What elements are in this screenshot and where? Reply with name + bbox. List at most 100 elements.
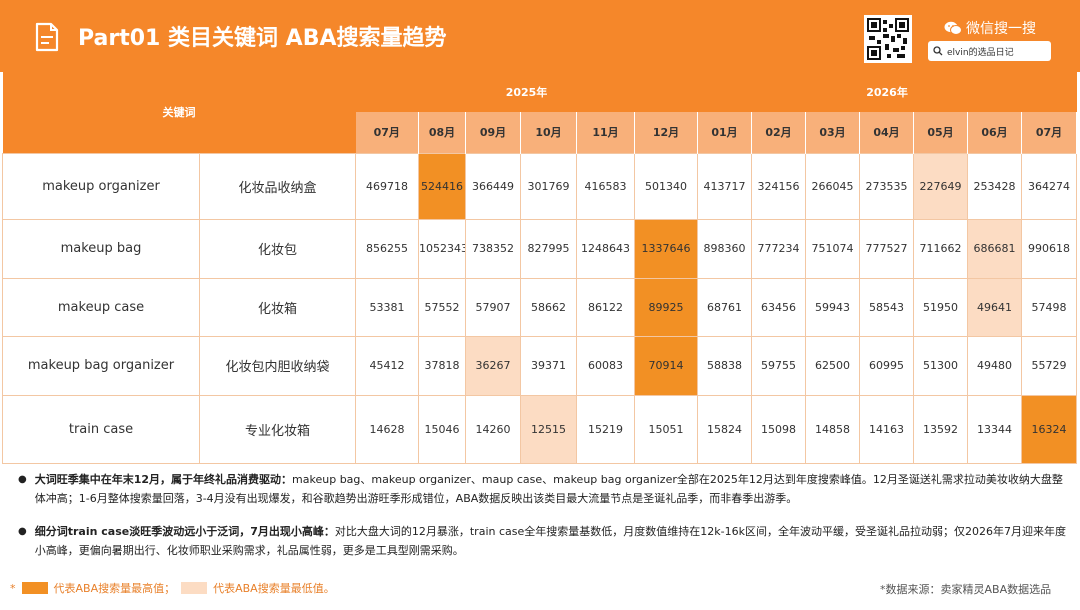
search-volume-cell: 777234 bbox=[751, 218, 806, 279]
notes-section: ● 大词旺季集中在年末12月，属于年终礼品消费驱动：makeup bag、mak… bbox=[18, 470, 1068, 574]
search-volume-cell: 15051 bbox=[634, 394, 698, 464]
search-volume-cell: 15219 bbox=[576, 394, 635, 464]
keyword-zh: 化妆包内胆收纳袋 bbox=[199, 335, 356, 396]
search-volume-cell: 36267 bbox=[465, 335, 521, 396]
search-volume-cell: 751074 bbox=[805, 218, 860, 279]
month-header: 10月 bbox=[520, 112, 577, 153]
search-volume-cell: 45412 bbox=[355, 335, 419, 396]
qr-code-icon bbox=[864, 15, 912, 63]
search-volume-cell: 13592 bbox=[913, 394, 968, 464]
keyword-trend-table: 关键词 2025年 2026年 07月 08月 09月 10月 11月 12月 01月 02月 0… bbox=[2, 72, 1078, 464]
month-header: 07月 bbox=[1021, 112, 1078, 153]
search-volume-cell: 86122 bbox=[576, 277, 635, 337]
search-volume-cell: 49480 bbox=[967, 335, 1022, 396]
search-volume-cell: 501340 bbox=[634, 152, 698, 220]
search-volume-cell: 15098 bbox=[751, 394, 806, 464]
keyword-en: makeup bag organizer bbox=[2, 335, 200, 396]
search-volume-cell: 57498 bbox=[1020, 277, 1078, 337]
search-volume-cell: 1052343 bbox=[418, 218, 466, 279]
keyword-zh: 专业化妆箱 bbox=[199, 394, 356, 464]
search-volume-cell: 14628 bbox=[355, 394, 419, 464]
search-volume-cell: 58838 bbox=[697, 335, 752, 396]
search-volume-cell: 13344 bbox=[967, 394, 1022, 464]
bullet-icon: ● bbox=[18, 474, 27, 485]
search-icon bbox=[933, 46, 943, 56]
search-volume-cell: 364274 bbox=[1020, 152, 1078, 220]
search-volume-cell: 686681 bbox=[967, 218, 1022, 279]
search-volume-cell: 990618 bbox=[1020, 218, 1078, 279]
wechat-icon bbox=[944, 21, 962, 35]
month-header: 12月 bbox=[634, 112, 698, 153]
month-header: 09月 bbox=[465, 112, 521, 153]
keyword-en: makeup case bbox=[2, 277, 200, 337]
table-row: makeup bag organizer 化妆包内胆收纳袋 45412 37818 36… bbox=[2, 335, 1078, 396]
note-heading: 大词旺季集中在年末12月，属于年终礼品消费驱动： bbox=[34, 473, 293, 486]
keyword-en: makeup organizer bbox=[2, 152, 200, 220]
month-header: 07月 bbox=[355, 112, 419, 153]
search-volume-cell: 14858 bbox=[805, 394, 860, 464]
search-volume-cell: 39371 bbox=[520, 335, 577, 396]
search-volume-cell: 51950 bbox=[913, 277, 968, 337]
data-source: *数据来源：卖家精灵ABA数据选品 bbox=[880, 583, 1052, 596]
search-volume-cell: 60083 bbox=[576, 335, 635, 396]
search-volume-cell: 55729 bbox=[1020, 335, 1078, 396]
note-item: ● 大词旺季集中在年末12月，属于年终礼品消费驱动：makeup bag、mak… bbox=[18, 470, 1068, 508]
header-bar: Part01 类目关键词 ABA搜索量趋势 微信搜一搜 elvin的选品日记 bbox=[0, 0, 1080, 72]
search-volume-cell: 266045 bbox=[805, 152, 860, 220]
search-volume-cell: 68761 bbox=[697, 277, 752, 337]
search-volume-cell: 253428 bbox=[967, 152, 1022, 220]
keyword-zh: 化妆包 bbox=[199, 218, 356, 279]
bullet-icon: ● bbox=[18, 526, 27, 537]
month-header: 05月 bbox=[913, 112, 968, 153]
search-volume-cell: 51300 bbox=[913, 335, 968, 396]
legend-high-swatch bbox=[21, 582, 48, 594]
search-volume-cell: 738352 bbox=[465, 218, 521, 279]
legend-prefix: * bbox=[10, 581, 16, 595]
search-volume-cell: 60995 bbox=[859, 335, 914, 396]
keyword-en: makeup bag bbox=[2, 218, 200, 279]
note-heading: 细分词train case淡旺季波动远小于泛词，7月出现小高峰： bbox=[34, 525, 335, 538]
search-volume-cell: 14163 bbox=[859, 394, 914, 464]
table-row: train case 专业化妆箱 14628 15046 14260 12515 15219… bbox=[2, 394, 1078, 464]
document-icon bbox=[35, 22, 59, 52]
search-box[interactable]: elvin的选品日记 bbox=[928, 41, 1051, 61]
search-text: elvin的选品日记 bbox=[947, 47, 1014, 58]
search-volume-cell: 14260 bbox=[465, 394, 521, 464]
search-volume-cell: 324156 bbox=[751, 152, 806, 220]
search-volume-cell: 89925 bbox=[634, 277, 698, 337]
search-volume-cell: 301769 bbox=[520, 152, 577, 220]
search-volume-cell: 413717 bbox=[697, 152, 752, 220]
search-volume-cell: 58543 bbox=[859, 277, 914, 337]
note-item: ● 细分词train case淡旺季波动远小于泛词，7月出现小高峰：对比大盘大词… bbox=[18, 522, 1068, 560]
month-header: 01月 bbox=[697, 112, 752, 153]
search-volume-cell: 58662 bbox=[520, 277, 577, 337]
table-row: makeup bag 化妆包 856255 1052343 738352 827995 12… bbox=[2, 218, 1078, 279]
search-volume-cell: 70914 bbox=[634, 335, 698, 396]
search-volume-cell: 57552 bbox=[418, 277, 466, 337]
search-volume-cell: 15046 bbox=[418, 394, 466, 464]
month-header: 03月 bbox=[805, 112, 860, 153]
keyword-zh: 化妆箱 bbox=[199, 277, 356, 337]
search-volume-cell: 711662 bbox=[913, 218, 968, 279]
search-volume-cell: 856255 bbox=[355, 218, 419, 279]
wechat-search-label: 微信搜一搜 bbox=[944, 18, 1036, 38]
search-volume-cell: 524416 bbox=[418, 152, 466, 220]
legend-high-label: 代表ABA搜索量最高值； bbox=[53, 582, 176, 595]
month-header: 06月 bbox=[967, 112, 1022, 153]
search-volume-cell: 53381 bbox=[355, 277, 419, 337]
search-volume-cell: 827995 bbox=[520, 218, 577, 279]
search-volume-cell: 366449 bbox=[465, 152, 521, 220]
search-volume-cell: 777527 bbox=[859, 218, 914, 279]
month-header: 04月 bbox=[859, 112, 914, 153]
search-volume-cell: 469718 bbox=[355, 152, 419, 220]
search-volume-cell: 227649 bbox=[913, 152, 968, 220]
search-volume-cell: 49641 bbox=[967, 277, 1022, 337]
table-row: makeup organizer 化妆品收纳盒 469718 524416 366449… bbox=[2, 152, 1078, 220]
month-header: 08月 bbox=[418, 112, 466, 153]
page-title: Part01 类目关键词 ABA搜索量趋势 bbox=[78, 26, 447, 51]
search-volume-cell: 15824 bbox=[697, 394, 752, 464]
search-volume-cell: 62500 bbox=[805, 335, 860, 396]
search-volume-cell: 1337646 bbox=[634, 218, 698, 279]
search-volume-cell: 63456 bbox=[751, 277, 806, 337]
search-volume-cell: 898360 bbox=[697, 218, 752, 279]
